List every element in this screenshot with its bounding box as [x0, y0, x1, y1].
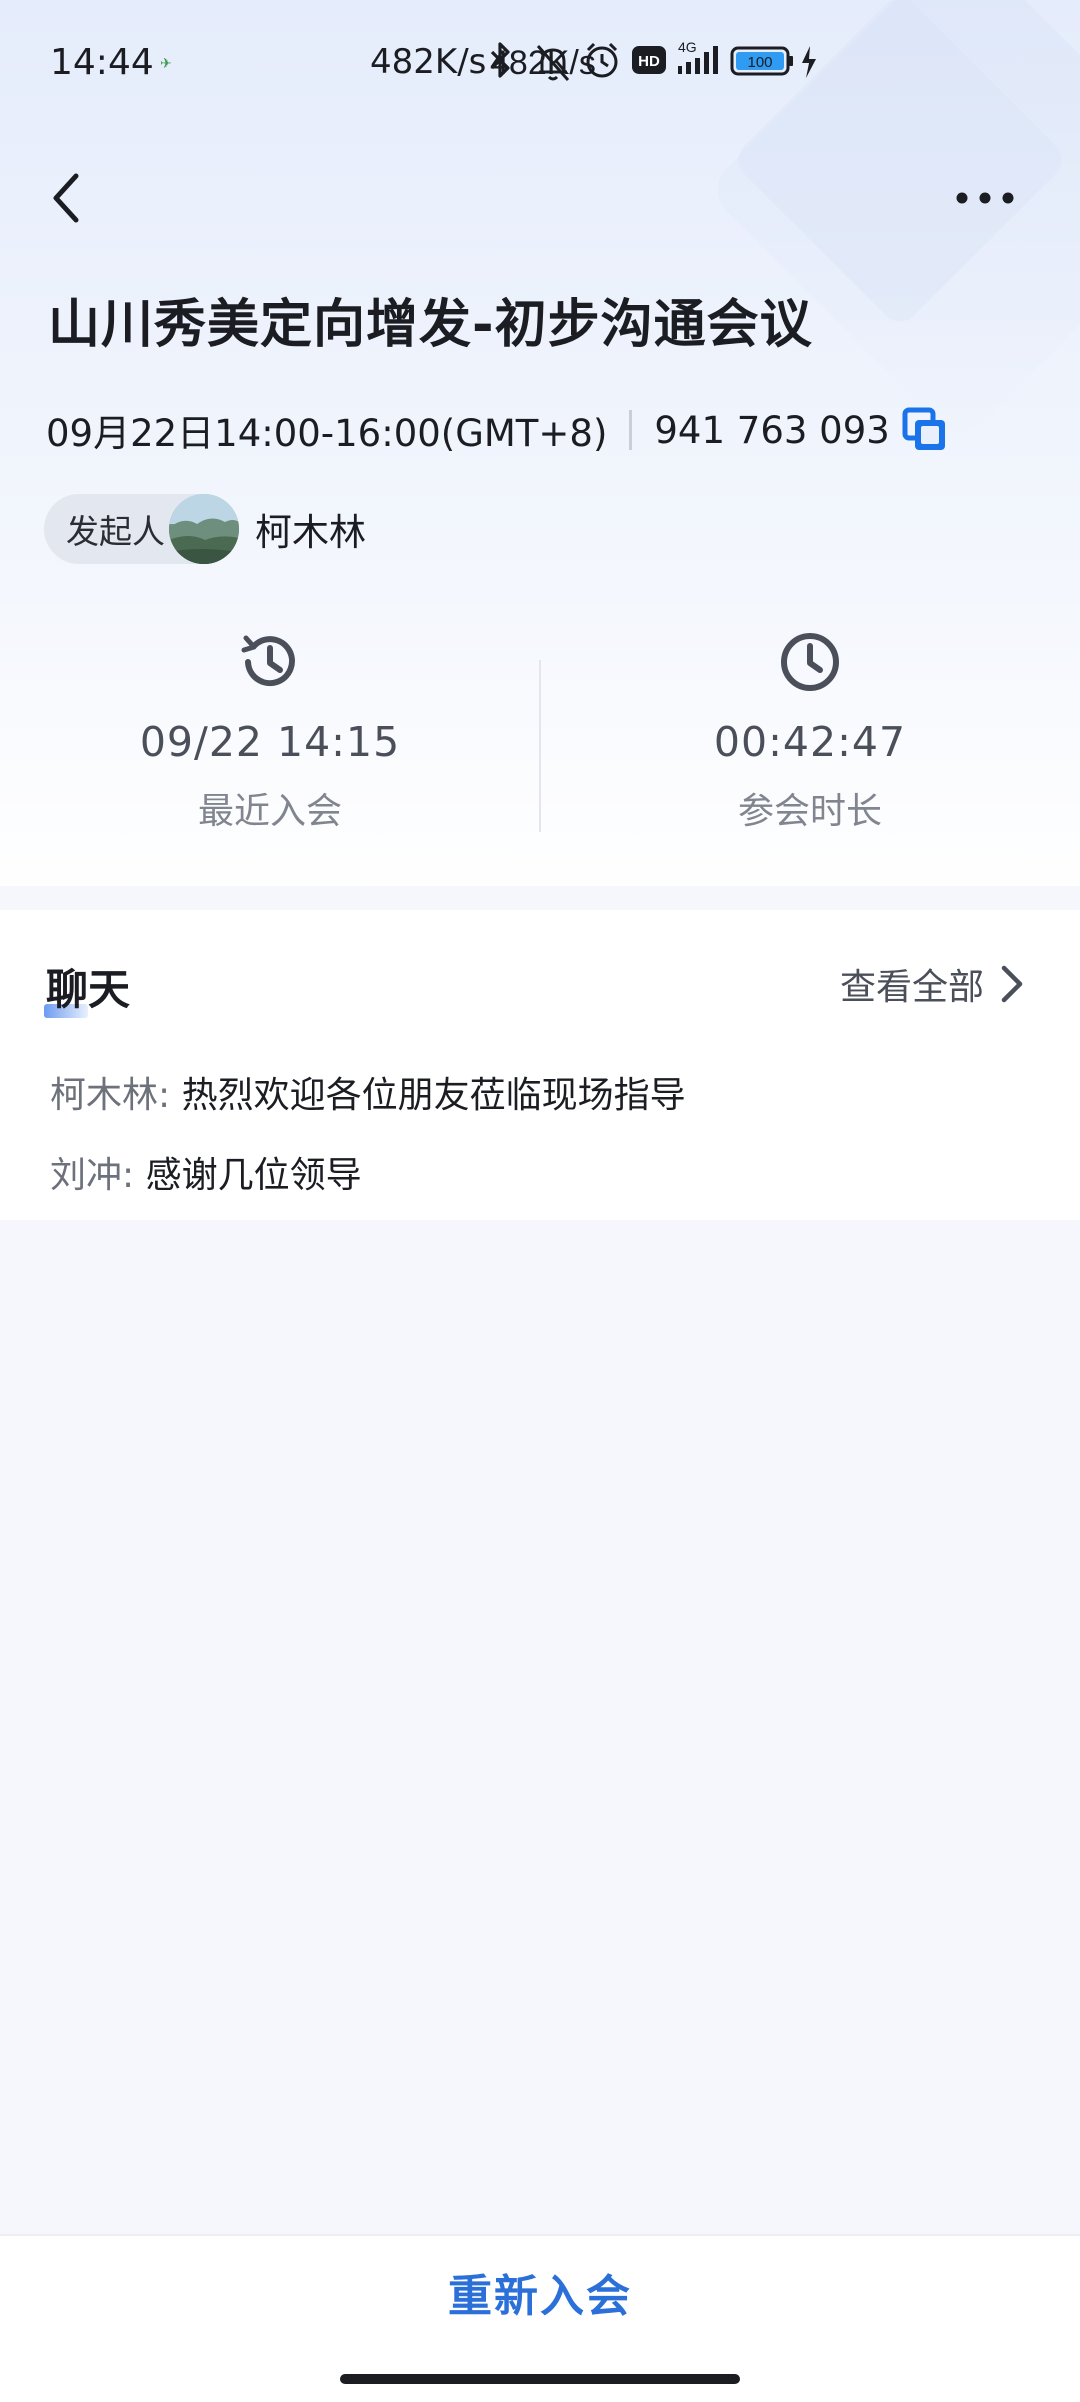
chat-message: 柯木林: 热烈欢迎各位朋友莅临现场指导: [50, 1066, 686, 1118]
alarm-icon: [586, 42, 618, 78]
bottom-bar: 重新入会: [0, 2234, 1080, 2402]
meeting-title: 山川秀美定向增发-初步沟通会议: [48, 295, 813, 355]
chevron-right-icon: [1001, 965, 1023, 1003]
svg-text:4G: 4G: [678, 40, 697, 55]
stat-duration: 00:42:47 参会时长: [540, 630, 1080, 834]
svg-text:HD: HD: [638, 53, 660, 70]
view-all-label: 查看全部: [839, 967, 984, 1008]
history-clock-icon: [241, 635, 295, 687]
section-gap: [0, 886, 1080, 910]
chat-message: 刘冲: 感谢几位领导: [50, 1146, 362, 1198]
meeting-info-row: 09月22日14:00-16:00(GMT+8) 941 763 093: [46, 400, 948, 460]
notification-icon: ✈: [160, 56, 172, 72]
chat-panel: 聊天 查看全部 柯木林: 热烈欢迎各位朋友莅临现场指导 刘冲: 感谢几位领导: [0, 910, 1080, 1220]
divider: [629, 410, 633, 450]
view-all-button[interactable]: 查看全部: [840, 956, 1024, 1012]
last-join-value: 09/22 14:15: [139, 718, 401, 766]
clock-icon: [781, 633, 839, 691]
chat-text: 热烈欢迎各位朋友莅临现场指导: [181, 1075, 686, 1116]
svg-text:100: 100: [747, 54, 772, 71]
duration-value: 00:42:47: [713, 718, 907, 766]
status-time: 14:44: [50, 42, 154, 83]
avatar-landscape-image: [169, 494, 239, 564]
hd-icon: HD: [632, 46, 666, 74]
charging-icon: [802, 46, 816, 78]
bluetooth-icon: [490, 42, 510, 78]
status-right-icons: HD 4G 100: [490, 40, 816, 81]
battery-icon: 100: [730, 46, 793, 76]
initiator-label: 发起人: [66, 512, 165, 551]
initiator-name: 柯木林: [255, 511, 366, 554]
rejoin-button[interactable]: 重新入会: [0, 2260, 1080, 2324]
duration-label: 参会时长: [737, 791, 882, 832]
avatar: [169, 494, 239, 564]
initiator-chip: 发起人: [44, 494, 239, 564]
signal-icon: 4G: [678, 40, 718, 74]
meeting-schedule: 09月22日14:00-16:00(GMT+8): [46, 412, 608, 455]
meeting-stats: 09/22 14:15 最近入会 00:42:47 参会时长: [0, 620, 1080, 860]
chat-sender: 刘冲:: [50, 1155, 135, 1196]
network-speed-label: 482K/s: [370, 42, 487, 82]
back-button[interactable]: [42, 168, 98, 228]
home-indicator[interactable]: [340, 2374, 740, 2384]
chat-sender: 柯木林:: [50, 1075, 171, 1116]
last-join-label: 最近入会: [197, 791, 342, 832]
meeting-id: 941 763 093: [654, 408, 890, 452]
stat-last-join: 09/22 14:15 最近入会: [0, 630, 540, 834]
chat-text: 感谢几位领导: [145, 1155, 362, 1196]
chat-title: 聊天: [46, 965, 131, 1014]
copy-icon[interactable]: [902, 407, 948, 453]
bell-muted-icon: [536, 45, 570, 81]
more-button[interactable]: [950, 178, 1020, 218]
initiator-row: 发起人 柯木林: [44, 494, 366, 564]
